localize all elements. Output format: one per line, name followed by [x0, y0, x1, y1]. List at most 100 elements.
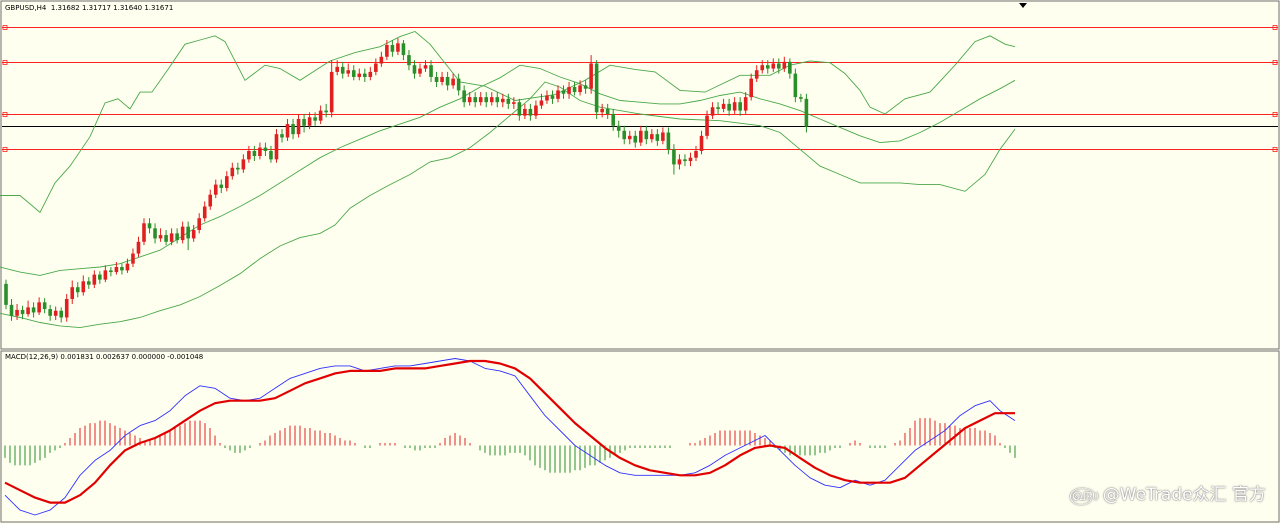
candle-body: [230, 167, 235, 177]
candle-body: [225, 176, 229, 188]
candle-body: [236, 167, 240, 170]
candle-body: [738, 102, 742, 111]
candle-body: [346, 70, 351, 74]
candle-body: [186, 226, 190, 239]
candle-body: [545, 95, 549, 101]
candle-body: [363, 73, 367, 77]
candle-body: [429, 65, 433, 77]
watermark: ௵ @WeTrade众汇 官方: [1069, 480, 1266, 507]
candle-body: [70, 287, 75, 299]
candle-body: [407, 55, 411, 66]
candle-body: [782, 61, 787, 69]
candle-body: [732, 102, 737, 111]
candle-body: [335, 66, 339, 72]
main-panel-background: [0, 0, 1280, 350]
candle-body: [296, 119, 301, 135]
candle-body: [42, 302, 47, 310]
candle-body: [4, 283, 8, 305]
candle-body: [291, 124, 295, 135]
candle-body: [31, 307, 36, 313]
candle-body: [583, 85, 588, 89]
candle-body: [661, 132, 665, 141]
candle-body: [672, 149, 676, 165]
candle-body: [313, 117, 317, 121]
candle-body: [467, 97, 472, 103]
candle-body: [616, 125, 621, 131]
candle-body: [385, 45, 389, 57]
candle-body: [705, 115, 709, 136]
candle-body: [440, 76, 444, 83]
candle-body: [484, 97, 489, 103]
candle-body: [749, 78, 753, 98]
candle-body: [760, 65, 765, 71]
candle-body: [114, 267, 119, 273]
candle-body: [396, 43, 400, 52]
candle-body: [462, 90, 466, 103]
candle-body: [59, 310, 63, 318]
candle-body: [804, 98, 809, 127]
candle-body: [639, 130, 643, 143]
candle-body: [611, 113, 615, 126]
candle-body: [120, 267, 124, 271]
candle-body: [87, 281, 91, 285]
candle-body: [53, 310, 58, 316]
candle-body: [550, 95, 555, 99]
candle-body: [219, 184, 224, 188]
candle-body: [445, 76, 450, 86]
candle-body: [15, 309, 19, 316]
candle-body: [125, 263, 130, 271]
candle-body: [191, 230, 196, 239]
candle-body: [75, 287, 80, 293]
candle-body: [48, 309, 52, 316]
candle-body: [423, 65, 428, 69]
candle-body: [418, 68, 422, 74]
candle-body: [473, 97, 477, 103]
candle-body: [136, 241, 141, 254]
candle-body: [379, 56, 384, 64]
candle-body: [506, 98, 511, 104]
candle-body: [280, 134, 284, 138]
candle-body: [92, 274, 97, 285]
candle-body: [495, 97, 500, 103]
candle-body: [799, 97, 803, 99]
candle-body: [37, 302, 41, 313]
candle-body: [252, 150, 257, 157]
candle-body: [153, 228, 157, 239]
candle-body: [26, 307, 30, 315]
chart-frame: [0, 0, 1280, 524]
candle-body: [103, 270, 108, 280]
candle-body: [158, 235, 163, 239]
candle-body: [777, 63, 781, 69]
candle-body: [605, 108, 610, 114]
candle-body: [788, 61, 792, 74]
candle-body: [307, 117, 312, 126]
weibo-icon: ௵: [1068, 485, 1099, 505]
candle-body: [258, 147, 262, 157]
candle-body: [523, 108, 527, 116]
candle-body: [241, 159, 246, 170]
candle-body: [655, 134, 660, 141]
candle-body: [683, 159, 687, 162]
candle-body: [169, 233, 174, 242]
candle-body: [456, 78, 461, 91]
candle-body: [754, 70, 759, 79]
candle-body: [556, 90, 560, 99]
candle-body: [324, 110, 328, 113]
symbol-label: GBPUSD,H4: [5, 4, 47, 12]
candle-body: [561, 90, 566, 94]
candle-body: [263, 147, 268, 151]
candle-body: [357, 73, 362, 77]
candle-body: [727, 103, 731, 111]
candle-body: [765, 65, 770, 69]
candle-body: [451, 78, 455, 86]
watermark-text: @WeTrade众汇 官方: [1102, 485, 1266, 505]
candle-body: [578, 85, 582, 93]
ohlc-quote: 1.31682 1.31717 1.31640 1.31671: [50, 4, 174, 12]
candle-body: [743, 97, 748, 111]
candle-body: [434, 76, 439, 83]
candle-body: [699, 135, 704, 151]
candle-body: [771, 63, 776, 69]
candle-body: [131, 253, 135, 264]
candle-body: [589, 63, 593, 89]
candle-body: [666, 132, 671, 150]
